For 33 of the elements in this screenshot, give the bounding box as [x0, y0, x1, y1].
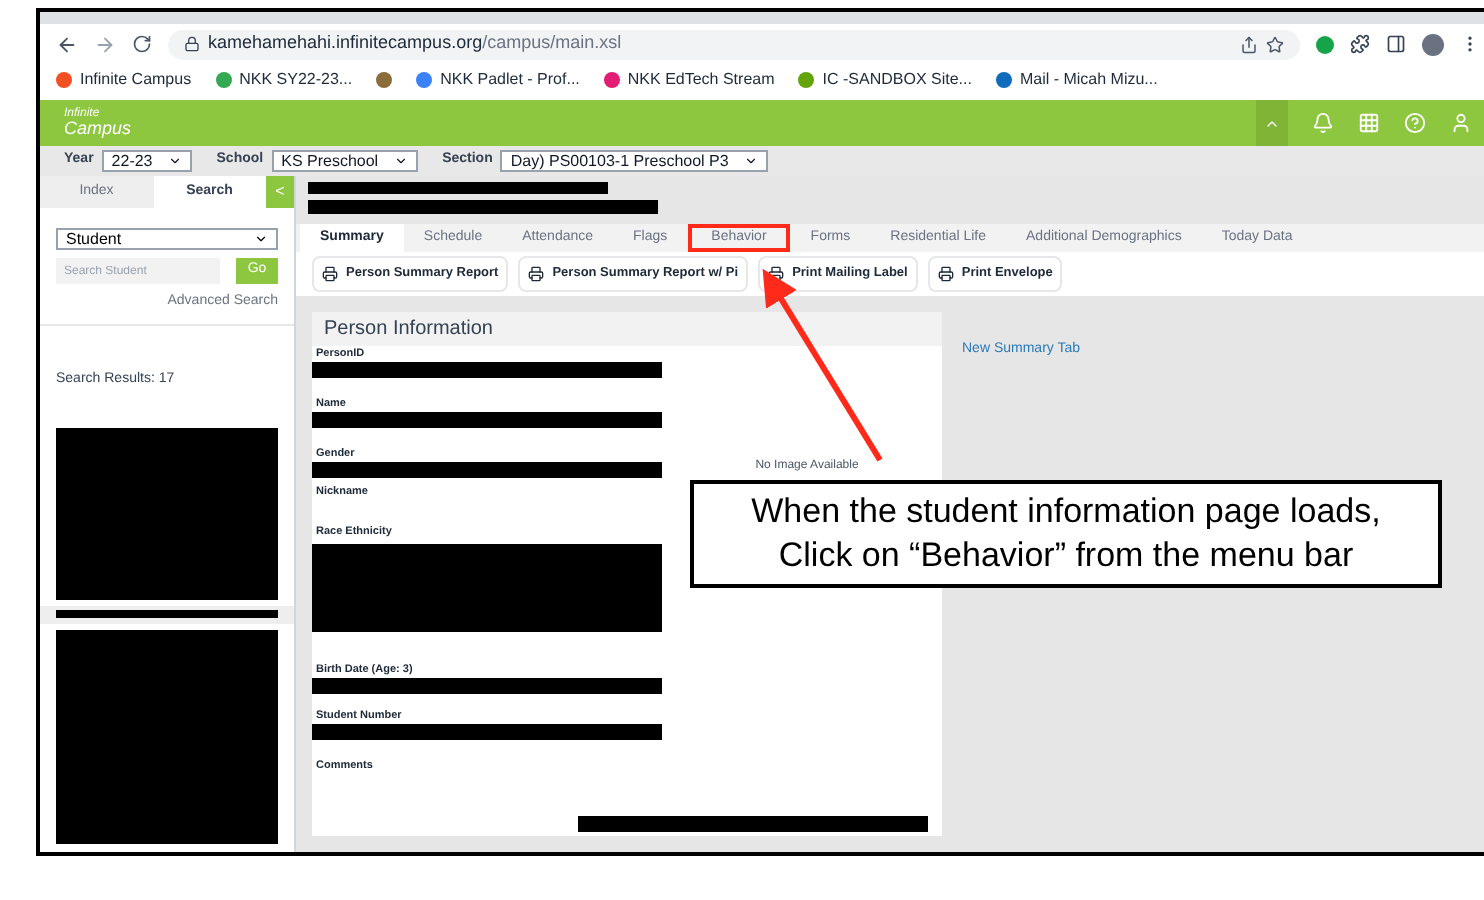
reload-icon[interactable] — [132, 34, 152, 54]
printer-icon — [528, 266, 545, 282]
bookmark-link[interactable]: Mail - Micah Mizu... — [1019, 68, 1158, 92]
lock-icon — [184, 36, 200, 52]
selector-dropdown[interactable]: 22-23 — [101, 150, 193, 172]
profile-avatar[interactable] — [1422, 33, 1444, 55]
printer-icon — [768, 266, 785, 282]
puzzle-icon[interactable] — [1350, 34, 1370, 54]
url-text: kamehamehahi.infinitecampus.org/campus/main.xsl — [208, 30, 622, 57]
selector-dropdown[interactable]: Day) PS00103-1 Preschool P3 — [500, 150, 769, 172]
bookmark-link[interactable]: NKK SY22-23... — [239, 68, 353, 92]
printer-icon — [937, 266, 954, 282]
chevron-down-icon — [394, 154, 409, 168]
printer-icon — [322, 266, 338, 282]
forward-icon[interactable] — [94, 33, 116, 55]
back-icon[interactable] — [56, 33, 78, 55]
address-bar[interactable]: kamehamehahi.infinitecampus.org/campus/main.xsl — [168, 29, 1300, 59]
chevron-down-icon — [254, 232, 268, 246]
chevron-down-icon — [168, 154, 183, 168]
search-type-dropdown[interactable]: Student — [56, 228, 278, 250]
annotation-text: Click on “Behavior” from the menu bar — [778, 534, 1354, 578]
share-icon[interactable] — [1240, 35, 1258, 53]
bookmark-link[interactable]: NKK Padlet - Prof... — [440, 68, 580, 92]
selector-dropdown[interactable]: KS Preschool — [271, 150, 419, 172]
side-panel-icon[interactable] — [1386, 34, 1406, 54]
extension-icon[interactable] — [1316, 35, 1334, 53]
star-icon[interactable] — [1266, 35, 1284, 53]
chevron-down-icon — [744, 154, 759, 168]
annotation-text: When the student information page loads, — [751, 490, 1381, 534]
bookmark-link[interactable]: Infinite Campus — [80, 68, 192, 92]
card-title: Person Information — [324, 316, 493, 344]
bookmark-link[interactable]: IC -SANDBOX Site... — [822, 68, 972, 92]
bookmark-link[interactable]: NKK EdTech Stream — [627, 68, 775, 92]
